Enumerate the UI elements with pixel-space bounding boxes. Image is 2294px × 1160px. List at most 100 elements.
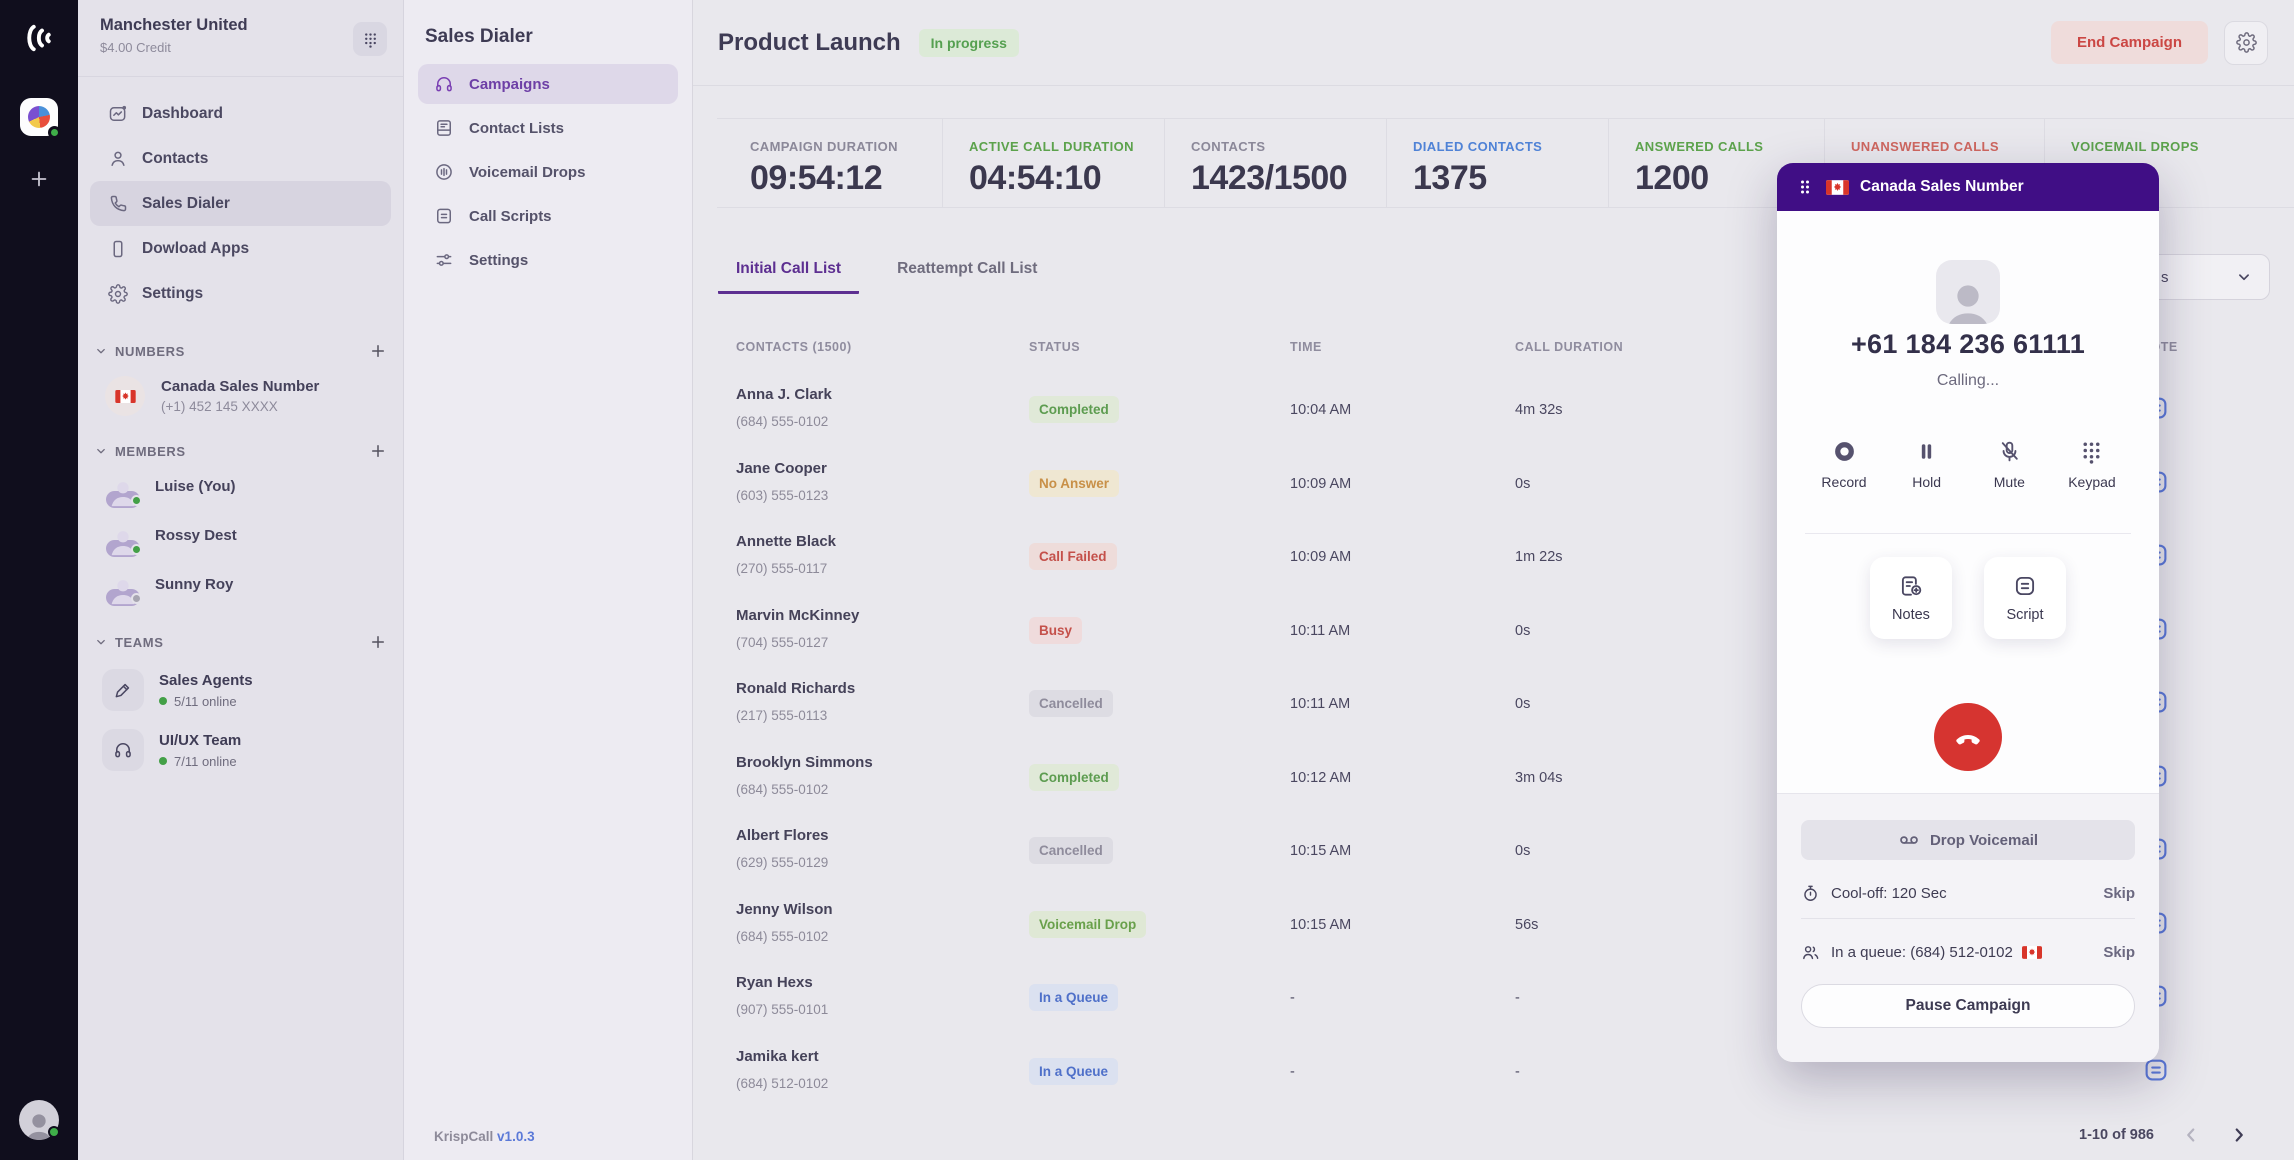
presence-dot [131, 543, 142, 555]
stat-value: 04:54:10 [969, 159, 1102, 197]
status-badge: In progress [918, 28, 1019, 57]
add-workspace-icon[interactable] [28, 168, 50, 190]
call-duration: - [1515, 1063, 1520, 1080]
end-campaign-button[interactable]: End Campaign [2050, 21, 2208, 64]
call-control-label: Keypad [2068, 474, 2116, 490]
previous-page-icon[interactable] [2180, 1124, 2202, 1146]
status-badge: Completed [1029, 763, 1119, 791]
call-time: 10:12 AM [1290, 769, 1352, 786]
call-action-icon [1898, 573, 1924, 599]
numbers-section-header: NUMBERS [78, 342, 403, 360]
hangup-button[interactable] [1934, 703, 2002, 771]
queue-label: In a queue: [1831, 944, 1907, 961]
chevron-down-icon[interactable] [94, 344, 108, 358]
canada-flag-icon [2021, 946, 2042, 959]
member-item[interactable]: Sunny Roy [106, 562, 387, 607]
status-badge: In a Queue [1029, 984, 1119, 1011]
workspace-header[interactable]: Manchester United $4.00 Credit [78, 0, 403, 77]
next-page-icon[interactable] [2228, 1124, 2250, 1146]
stat-label: VOICEMAIL DROPS [2071, 139, 2199, 154]
pagination-range: 1-10 of 986 [2079, 1127, 2154, 1143]
dialer-menu-item[interactable]: Contact Lists [418, 108, 678, 148]
call-control-label: Mute [1993, 474, 2025, 490]
add-team-icon[interactable] [369, 633, 387, 651]
queue-people-icon [1801, 943, 1820, 962]
team-item[interactable]: Sales Agents 5/11 online [102, 669, 387, 711]
call-control-label: Record [1821, 474, 1867, 490]
dialer-menu-item[interactable]: Voicemail Drops [418, 152, 678, 192]
add-number-icon[interactable] [369, 342, 387, 360]
call-control-icon [2079, 439, 2104, 464]
team-tile [102, 669, 144, 711]
status-badge: No Answer [1029, 469, 1120, 497]
pause-campaign-button[interactable]: Pause Campaign [1801, 984, 2135, 1028]
stat-value: 1423/1500 [1191, 159, 1348, 197]
contact-phone: (684) 555-0102 [736, 781, 829, 797]
call-duration: 1m 22s [1515, 549, 1563, 565]
member-item[interactable]: Rossy Dest [106, 513, 387, 558]
drop-voicemail-button[interactable]: Drop Voicemail [1801, 820, 2135, 860]
online-dot [159, 697, 167, 705]
queue-skip-button[interactable]: Skip [2103, 944, 2135, 961]
call-list-tab[interactable]: Reattempt Call List [879, 258, 1055, 294]
member-name: Luise (You) [155, 478, 236, 495]
team-online-count: 7/11 online [174, 753, 237, 769]
numbers-list: Canada Sales Number (+1) 452 145 XXXX [78, 360, 403, 416]
cooloff-skip-button[interactable]: Skip [2103, 885, 2135, 902]
call-duration: - [1515, 990, 1520, 1006]
sidebar-nav-item[interactable]: Dowload Apps [90, 226, 391, 271]
contact-name: Jane Cooper [736, 459, 827, 477]
status-badge: Voicemail Drop [1029, 910, 1147, 938]
call-controls: Record Hold Mute Keypad [1777, 439, 2159, 490]
call-duration: 4m 32s [1515, 402, 1563, 418]
canada-flag-icon [114, 389, 136, 403]
drag-handle-icon[interactable] [1795, 176, 1815, 198]
sidebar-nav-item[interactable]: Contacts [90, 136, 391, 181]
call-action-card[interactable]: Notes [1870, 557, 1952, 639]
workspace-switcher-button[interactable] [20, 98, 61, 139]
app-rail [0, 0, 78, 1160]
sidebar-nav-item[interactable]: Sales Dialer [90, 181, 391, 226]
dialer-menu-item[interactable]: Settings [418, 240, 678, 280]
call-time: - [1290, 990, 1295, 1006]
team-item[interactable]: UI/UX Team 7/11 online [102, 729, 387, 771]
call-control-button[interactable]: Record [1813, 439, 1875, 490]
voicemail-icon [1898, 829, 1920, 851]
call-control-button[interactable]: Mute [1978, 439, 2040, 490]
avatar-person-icon [1936, 260, 2000, 324]
menu-item-label: Campaigns [469, 75, 550, 93]
call-duration: 0s [1515, 622, 1531, 639]
queue-number: (684) 512-0102 [1910, 944, 2013, 961]
nav-item-label: Dowload Apps [142, 239, 250, 257]
add-member-icon[interactable] [369, 442, 387, 460]
contact-phone: (684) 555-0102 [736, 414, 829, 429]
drop-voicemail-label: Drop Voicemail [1929, 831, 2039, 849]
call-duration: 0s [1515, 475, 1531, 492]
call-state: Calling... [1936, 372, 2000, 389]
campaign-settings-button[interactable] [2224, 20, 2268, 65]
nav-item-icon [108, 149, 128, 169]
dialpad-button[interactable] [353, 22, 387, 56]
contact-name: Marvin McKinney [736, 606, 860, 624]
dialer-menu-item[interactable]: Call Scripts [418, 196, 678, 236]
workspace-sidebar: Manchester United $4.00 Credit Dashboard… [78, 0, 404, 1160]
call-action-icon [2012, 573, 2038, 599]
nav-item-icon [108, 283, 128, 304]
call-list-tab[interactable]: Initial Call List [718, 258, 860, 294]
chevron-down-icon[interactable] [94, 635, 108, 649]
call-control-button[interactable]: Keypad [2061, 439, 2123, 490]
dialer-menu-item[interactable]: Campaigns [418, 64, 678, 104]
menu-item-label: Contact Lists [469, 119, 565, 137]
chevron-down-icon[interactable] [94, 444, 108, 458]
member-item[interactable]: Luise (You) [106, 464, 387, 509]
menu-item-icon [434, 74, 454, 94]
cooloff-label: Cool-off: 120 Sec [1831, 885, 1947, 902]
call-control-button[interactable]: Hold [1896, 439, 1958, 490]
status-badge: Busy [1029, 616, 1083, 644]
stat-value: 09:54:12 [750, 159, 883, 197]
phone-down-icon [1952, 721, 1984, 753]
number-item[interactable]: Canada Sales Number (+1) 452 145 XXXX [78, 360, 403, 416]
sidebar-nav-item[interactable]: Settings [90, 271, 391, 316]
call-action-card[interactable]: Script [1984, 557, 2066, 639]
sidebar-nav-item[interactable]: Dashboard [90, 91, 391, 136]
